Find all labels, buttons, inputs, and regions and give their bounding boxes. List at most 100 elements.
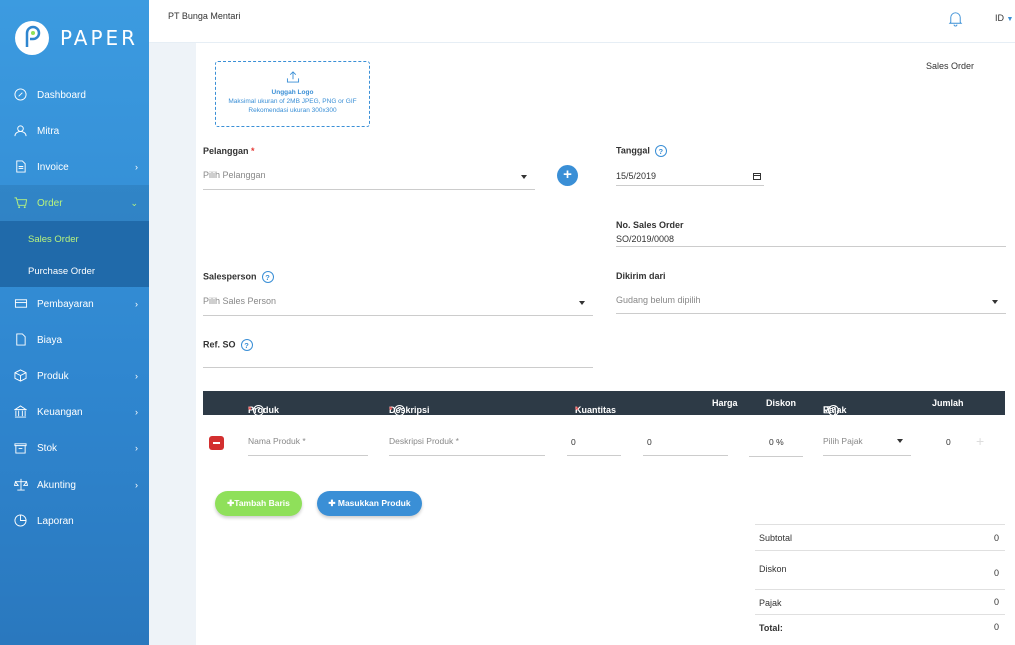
upload-title: Unggah Logo — [271, 89, 314, 96]
header-jumlah: Jumlah — [932, 398, 964, 408]
subtotal-value: 0 — [993, 533, 999, 543]
salesperson-select[interactable]: Pilih Sales Person — [203, 296, 593, 316]
caret-down-icon — [897, 439, 903, 443]
summary-total: Total: 0 — [755, 614, 1005, 645]
sidebar-item-label: Dashboard — [37, 89, 86, 101]
pie-chart-icon — [14, 514, 28, 528]
scale-icon — [14, 478, 28, 492]
sidebar-item-pembayaran[interactable]: Pembayaran › — [0, 286, 149, 322]
ref-so-input[interactable] — [203, 352, 593, 368]
sidebar-item-label: Stok — [37, 442, 58, 454]
logo[interactable]: PAPER — [0, 0, 149, 78]
caret-down-icon — [992, 300, 998, 304]
receipt-icon — [14, 333, 28, 347]
paper-logo-icon — [15, 21, 49, 55]
help-icon[interactable]: ? — [240, 339, 253, 351]
total-label: Total: — [759, 623, 783, 633]
pajak-placeholder: Pilih Pajak — [823, 436, 863, 446]
total-value: 0 — [993, 622, 999, 632]
pelanggan-select[interactable]: Pilih Pelanggan — [203, 170, 535, 190]
upload-logo-dropzone[interactable]: Unggah Logo Maksimal ukuran of 2MB JPEG,… — [215, 61, 370, 127]
sidebar-item-label: Pembayaran — [37, 298, 94, 310]
bank-icon — [14, 405, 28, 419]
help-icon[interactable]: ? — [253, 405, 264, 416]
chevron-right-icon: › — [135, 371, 138, 381]
help-icon[interactable]: ? — [828, 405, 839, 416]
sidebar-item-biaya[interactable]: Biaya — [0, 322, 149, 358]
help-icon[interactable]: ? — [654, 145, 667, 157]
ref-so-label-text: Ref. SO — [203, 339, 236, 350]
ref-so-label: Ref. SO? — [203, 339, 253, 351]
masukkan-produk-button[interactable]: ✚ Masukkan Produk — [317, 491, 422, 516]
sidebar-item-keuangan[interactable]: Keuangan › — [0, 394, 149, 430]
sidebar-item-stok[interactable]: Stok › — [0, 430, 149, 466]
dashboard-icon — [14, 88, 28, 102]
caret-down-icon: ▼ — [1006, 16, 1014, 23]
chevron-down-icon: ⌄ — [130, 198, 138, 208]
no-sales-order-input[interactable]: SO/2019/0008 — [616, 234, 1006, 247]
help-icon[interactable]: ? — [261, 271, 274, 283]
add-customer-button[interactable]: + — [557, 165, 578, 186]
harga-input[interactable]: 0 — [643, 435, 728, 456]
calendar-icon[interactable] — [753, 172, 761, 182]
sidebar-item-order[interactable]: Order ⌄ — [0, 185, 149, 221]
document-icon — [14, 160, 28, 174]
tambah-baris-button[interactable]: ✚Tambah Baris — [215, 491, 302, 516]
tanggal-input[interactable]: 15/5/2019 — [616, 171, 764, 186]
sidebar-item-produk[interactable]: Produk › — [0, 358, 149, 394]
sidebar-item-laporan[interactable]: Laporan — [0, 503, 149, 539]
user-icon — [14, 124, 28, 138]
salesperson-label: Salesperson? — [203, 271, 274, 283]
header-diskon: Diskon — [766, 398, 797, 408]
sidebar-item-invoice[interactable]: Invoice › — [0, 149, 149, 185]
language-selector[interactable]: ID ▼ — [995, 13, 1013, 23]
chevron-right-icon: › — [135, 299, 138, 309]
summary-diskon: Diskon 0 — [755, 550, 1005, 589]
pajak-value: 0 — [993, 597, 999, 607]
sidebar-item-akunting[interactable]: Akunting › — [0, 467, 149, 503]
sidebar-item-dashboard[interactable]: Dashboard — [0, 77, 149, 113]
upload-hint: Maksimal ukuran of 2MB JPEG, PNG or GIF — [228, 98, 357, 105]
nama-produk-input[interactable]: Nama Produk * — [248, 434, 368, 456]
sidebar-item-label: Order — [37, 197, 63, 209]
submenu-item-purchase-order[interactable]: Purchase Order — [28, 266, 95, 277]
bell-icon[interactable] — [947, 10, 964, 32]
company-name: PT Bunga Mentari — [168, 11, 241, 21]
no-sales-order-value: SO/2019/0008 — [616, 234, 675, 244]
add-row-icon[interactable]: + — [976, 433, 984, 449]
kuantitas-input[interactable]: 0 — [567, 435, 621, 456]
summary-subtotal: Subtotal 0 — [755, 524, 1005, 550]
dikirim-dari-select[interactable]: Gudang belum dipilih — [616, 295, 1006, 314]
sidebar-item-label: Laporan — [37, 515, 74, 527]
diskon-value: 0 — [993, 568, 999, 578]
diskon-label: Diskon — [759, 564, 787, 574]
header-kuantitas-text: Kuantitas — [575, 405, 617, 415]
order-submenu: Sales Order Purchase Order — [0, 221, 149, 287]
delete-row-button[interactable] — [209, 436, 224, 450]
caret-down-icon — [579, 301, 585, 305]
help-icon[interactable]: ? — [394, 405, 405, 416]
card-icon — [14, 297, 28, 311]
box-icon — [14, 369, 28, 383]
top-bar: PT Bunga Mentari ID ▼ — [149, 0, 1015, 43]
summary-pajak: Pajak 0 — [755, 589, 1005, 614]
chevron-right-icon: › — [135, 443, 138, 453]
sidebar-item-label: Mitra — [37, 125, 60, 137]
pajak-select[interactable]: Pilih Pajak — [823, 434, 911, 456]
pelanggan-label: Pelanggan * — [203, 146, 255, 156]
sidebar-item-label: Akunting — [37, 479, 76, 491]
salesperson-label-text: Salesperson — [203, 271, 257, 282]
product-table-header: Produk *? Deskripsi *? Kuantitas * Harga Di… — [203, 391, 1005, 416]
plus-icon: ✚ — [328, 498, 338, 508]
cart-icon — [14, 196, 28, 210]
pajak-label: Pajak — [759, 598, 782, 608]
deskripsi-produk-input[interactable]: Deskripsi Produk * — [389, 434, 545, 456]
sidebar-item-mitra[interactable]: Mitra — [0, 113, 149, 149]
diskon-input[interactable]: 0 % — [749, 435, 803, 457]
chevron-right-icon: › — [135, 407, 138, 417]
submenu-item-sales-order[interactable]: Sales Order — [28, 234, 79, 245]
header-harga: Harga — [712, 398, 738, 408]
document-type: Sales Order — [926, 61, 975, 71]
sidebar-item-label: Biaya — [37, 334, 63, 346]
salesperson-placeholder: Pilih Sales Person — [203, 296, 277, 306]
